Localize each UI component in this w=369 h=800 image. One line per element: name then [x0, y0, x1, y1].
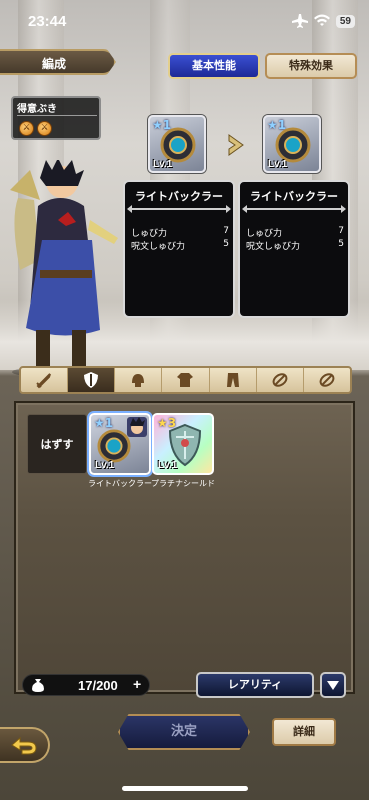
favorite-weapon-panel: 得意ぶき ⚔ ⚔ [11, 96, 101, 140]
weapon-type-icon: ⚔ [19, 121, 34, 136]
bag-icon [32, 679, 44, 692]
item-level: Lv.1 [268, 159, 288, 170]
tab-accessory-2[interactable] [304, 368, 350, 392]
back-button[interactable] [0, 727, 50, 763]
helmet-icon [132, 374, 145, 387]
item-level: Lv.1 [158, 460, 178, 471]
divider [127, 205, 231, 213]
home-indicator[interactable] [122, 786, 248, 791]
stat-row: 呪文しゅび力 5 [246, 239, 344, 252]
detail-button[interactable]: 詳細 [272, 718, 336, 746]
inventory-item-light-buckler[interactable]: ★1 Lv.1 [89, 413, 151, 475]
battery-indicator: 59 [335, 14, 355, 28]
stat-row: 呪文しゅび力 5 [131, 239, 229, 252]
chevron-right-icon [228, 134, 244, 156]
stat-value: 5 [338, 239, 344, 249]
tab-shield[interactable] [68, 368, 116, 392]
airplane-mode-icon [291, 14, 308, 28]
tab-helmet[interactable] [115, 368, 163, 392]
unequip-button[interactable]: はずす [27, 414, 87, 474]
weapon-type-icon: ⚔ [37, 121, 52, 136]
stat-row: しゅび力 7 [246, 226, 344, 239]
current-item-stats-card: ライトバックラー しゅび力 7 呪文しゅび力 5 [123, 180, 235, 318]
item-level: Lv.1 [95, 460, 115, 471]
stat-value: 7 [223, 226, 229, 236]
stat-label: しゅび力 [131, 229, 168, 239]
inventory-item-platinum-shield[interactable]: ★3 Lv.1 [152, 413, 214, 475]
tab-armor[interactable] [162, 368, 210, 392]
inventory-item-name: プラチナシールド [151, 479, 215, 488]
favorite-weapon-title: 得意ぶき [17, 104, 57, 115]
divider [17, 115, 97, 116]
tab-weapon[interactable] [21, 368, 69, 392]
stat-value: 7 [338, 226, 344, 236]
status-bar: 23:44 59 [0, 0, 369, 44]
armor-icon [177, 373, 194, 387]
bag-capacity: 17/200 + [22, 674, 150, 696]
accessory-icon [319, 373, 335, 387]
shield-icon [84, 372, 99, 388]
tab-accessory-1[interactable] [257, 368, 304, 392]
pants-icon [226, 373, 239, 387]
stat-value: 5 [223, 239, 229, 249]
stat-row: しゅび力 7 [131, 226, 229, 239]
divider [242, 205, 346, 213]
section-title: 編成 [42, 57, 67, 71]
inventory-item-name: ライトバックラー [88, 479, 152, 488]
expand-bag-button[interactable]: + [133, 676, 141, 692]
stat-label: 呪文しゅび力 [246, 242, 301, 252]
item-name: ライトバックラー [135, 190, 223, 203]
sort-order-toggle[interactable] [320, 672, 346, 698]
equipped-by-hero-avatar [127, 417, 147, 437]
back-arrow-icon [11, 736, 37, 755]
stat-label: 呪文しゅび力 [131, 242, 186, 252]
equipment-category-tabs [19, 366, 352, 394]
confirm-button[interactable]: 決定 [118, 714, 250, 750]
bag-count: 17/200 [78, 678, 118, 693]
tab-pants[interactable] [210, 368, 257, 392]
buckler-shield-icon [275, 127, 311, 163]
item-level: Lv.1 [153, 159, 173, 170]
buckler-shield-icon [160, 127, 196, 163]
stat-label: しゅび力 [246, 229, 283, 239]
tab-special-effects[interactable]: 特殊効果 [265, 53, 357, 79]
selected-item-thumbnail: ★1 Lv.1 [263, 115, 321, 173]
rarity-star-icon: ★1 [94, 416, 114, 430]
sword-icon [36, 373, 52, 389]
selected-item-stats-card: ライトバックラー しゅび力 7 呪文しゅび力 5 [238, 180, 350, 318]
item-name: ライトバックラー [250, 190, 338, 203]
section-header: 編成 [0, 49, 116, 75]
wifi-icon [313, 14, 330, 26]
clock: 23:44 [28, 13, 67, 30]
sort-rarity-button[interactable]: レアリティ [196, 672, 314, 698]
hero-character-image [10, 160, 118, 378]
buckler-shield-icon [97, 429, 131, 463]
current-item-thumbnail: ★1 Lv.1 [148, 115, 206, 173]
accessory-icon [272, 373, 288, 387]
tab-basic-stats[interactable]: 基本性能 [168, 53, 260, 79]
